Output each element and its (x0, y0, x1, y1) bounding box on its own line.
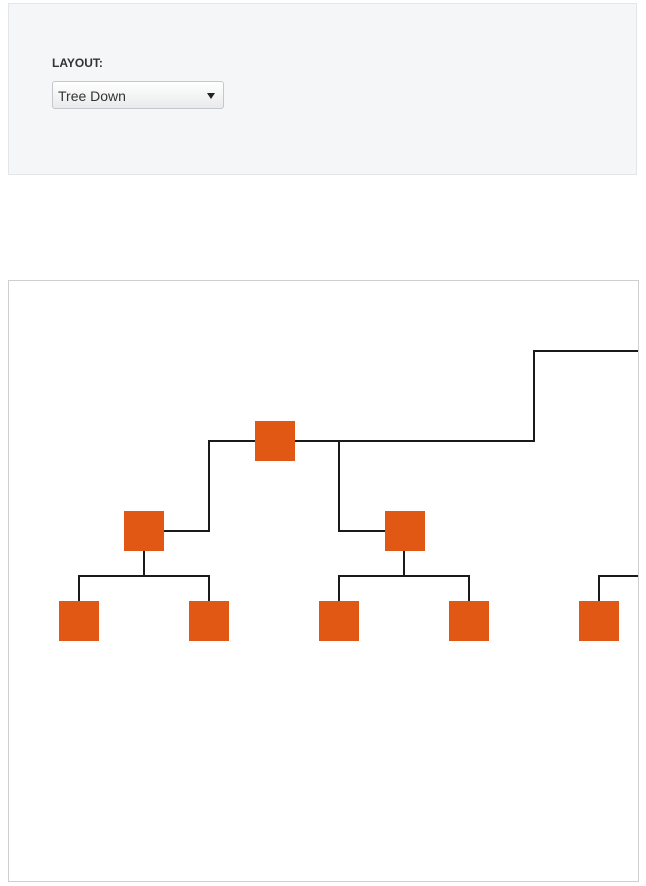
layout-select[interactable]: Tree Down (52, 81, 224, 109)
link-root-to-offscreen-parent (295, 350, 638, 442)
diagram-canvas (8, 280, 639, 882)
node-right-child[interactable] (385, 511, 425, 551)
link-right-child-to-leaves (338, 551, 470, 601)
link-offscreen-to-leaf (598, 575, 638, 601)
node-left-child[interactable] (124, 511, 164, 551)
chevron-down-icon (207, 93, 215, 99)
node-right-left-leaf[interactable] (319, 601, 359, 641)
node-offscreen-leaf[interactable] (579, 601, 619, 641)
layout-select-value: Tree Down (58, 88, 126, 104)
node-left-left-leaf[interactable] (59, 601, 99, 641)
link-root-to-right-child (338, 441, 385, 532)
config-panel: LAYOUT: Tree Down (8, 3, 637, 175)
node-left-right-leaf[interactable] (189, 601, 229, 641)
node-right-right-leaf[interactable] (449, 601, 489, 641)
layout-label: LAYOUT: (52, 56, 103, 70)
link-root-to-left-child (164, 440, 255, 532)
diagram-svg (59, 350, 638, 641)
link-left-child-to-leaves (78, 551, 210, 601)
node-root[interactable] (255, 421, 295, 461)
diagram-links (78, 350, 638, 601)
